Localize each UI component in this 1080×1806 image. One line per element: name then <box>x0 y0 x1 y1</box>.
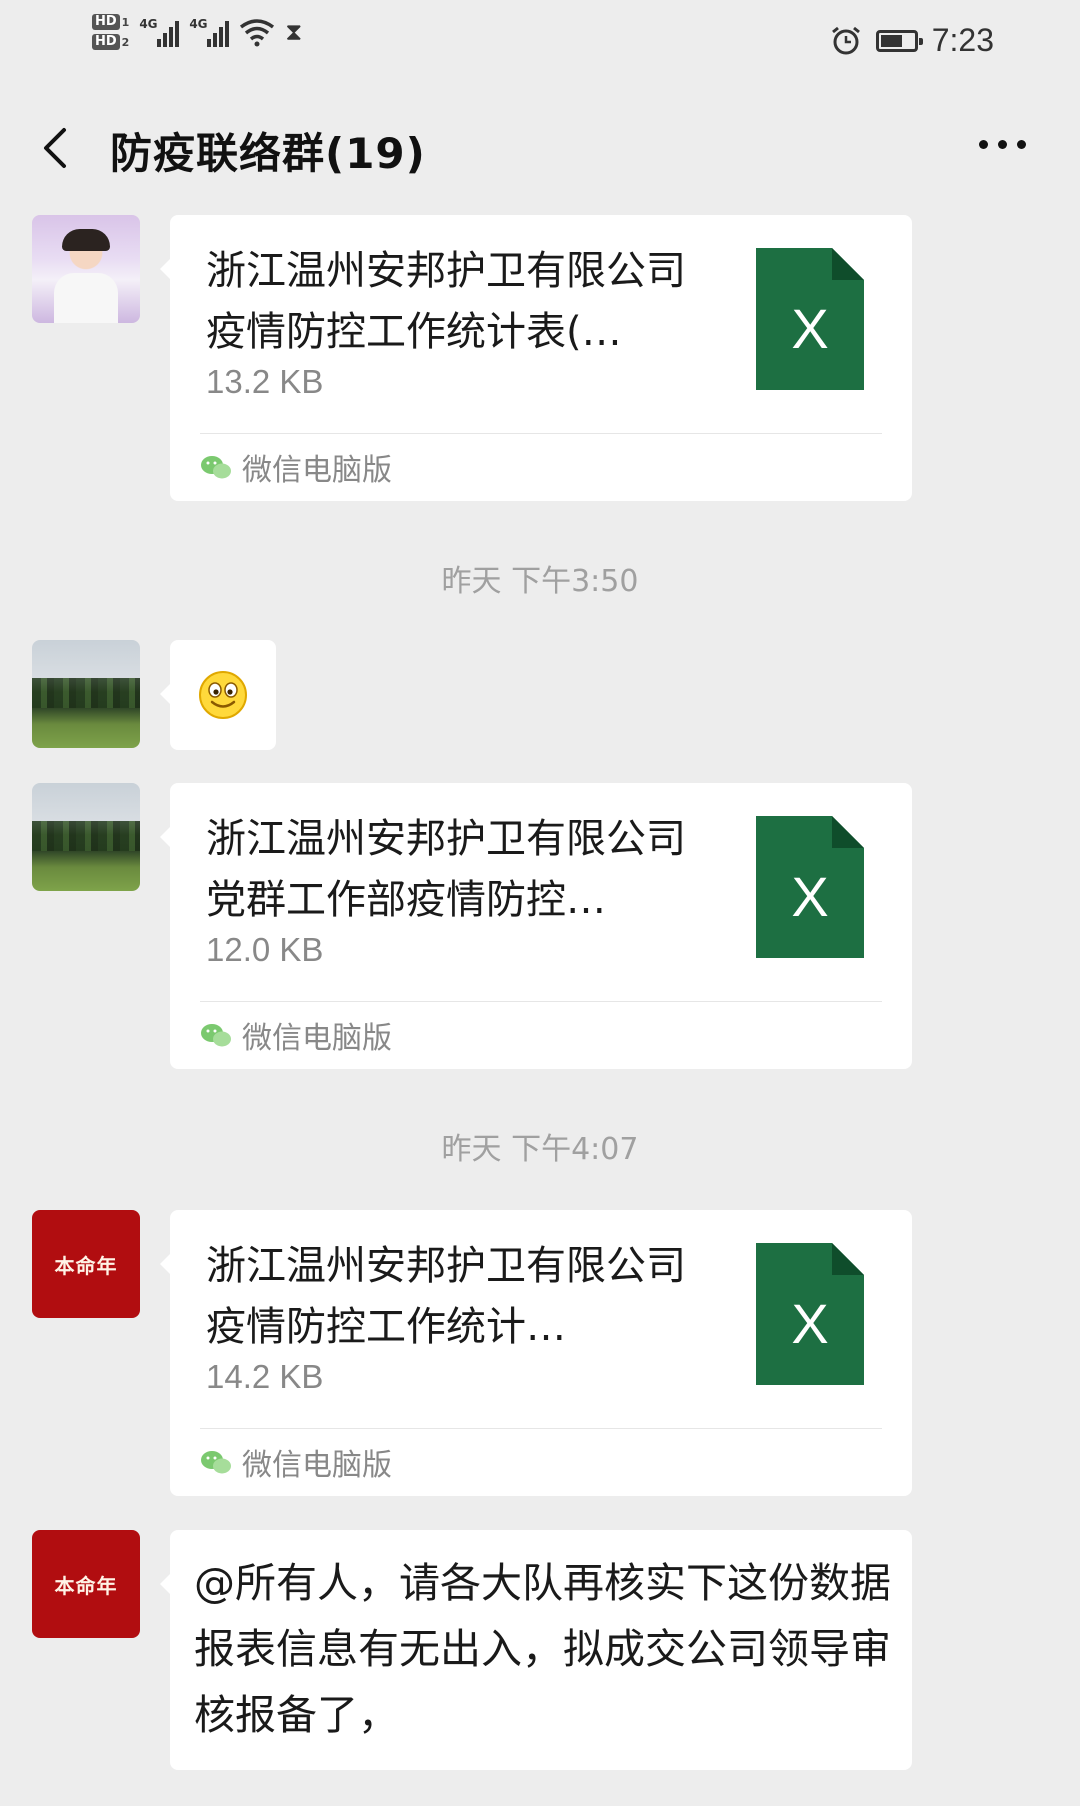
avatar[interactable] <box>32 215 140 323</box>
svg-text:X: X <box>791 1292 828 1355</box>
hd-indicators: HD 1 HD 2 <box>92 14 129 50</box>
status-left: HD 1 HD 2 4G 4G ⧗ <box>92 14 302 50</box>
message-source: 微信电脑版 <box>200 445 392 489</box>
alarm-icon <box>831 26 860 54</box>
message-source: 微信电脑版 <box>200 1440 392 1484</box>
avatar[interactable]: 本命年 <box>32 1210 140 1318</box>
wechat-icon <box>201 1024 231 1047</box>
back-icon[interactable] <box>34 118 74 178</box>
smile-emoji-icon <box>199 671 247 719</box>
wechat-icon <box>201 456 231 479</box>
avatar[interactable]: 本命年 <box>32 1530 140 1638</box>
hd-sim1: HD 1 <box>92 14 129 30</box>
file-message[interactable]: 浙江温州安邦护卫有限公司疫情防控工作统计表(… 13.2 KB X 微信电脑版 <box>160 215 912 501</box>
svg-text:X: X <box>791 297 828 360</box>
wifi-icon <box>240 19 275 47</box>
hourglass-icon: ⧗ <box>285 18 303 46</box>
timestamp: 昨天 下午4:07 <box>441 1132 639 1167</box>
clock: 7:23 <box>931 22 994 58</box>
file-message[interactable]: 浙江温州安邦护卫有限公司党群工作部疫情防控… 12.0 KB X 微信电脑版 <box>160 783 912 1069</box>
file-name: 浙江温州安邦护卫有限公司党群工作部疫情防控… <box>206 816 686 923</box>
text-message[interactable]: @所有人，请各大队再核实下这份数据报表信息有无出入，拟成交公司领导审核报备了， <box>160 1530 912 1770</box>
signal-icon-sim1: 4G <box>139 17 180 47</box>
excel-file-icon: X <box>756 1243 864 1385</box>
emoji-message[interactable] <box>160 640 276 750</box>
excel-file-icon: X <box>756 248 864 390</box>
file-size: 13.2 KB <box>206 363 324 400</box>
file-name: 浙江温州安邦护卫有限公司疫情防控工作统计… <box>206 1243 686 1350</box>
more-options-icon[interactable] <box>979 140 1026 149</box>
chat-header: 防疫联络群(19) <box>0 88 1080 212</box>
wechat-icon <box>201 1451 231 1474</box>
status-bar: HD 1 HD 2 4G 4G ⧗ 7:23 <box>0 0 1080 88</box>
file-size: 14.2 KB <box>206 1358 324 1395</box>
avatar[interactable] <box>32 640 140 748</box>
signal-icon-sim2: 4G <box>189 17 230 47</box>
battery-icon <box>875 29 923 52</box>
chat-title: 防疫联络群(19) <box>110 129 426 178</box>
svg-text:X: X <box>791 865 828 928</box>
avatar[interactable] <box>32 783 140 891</box>
status-right: 7:23 <box>830 22 994 59</box>
excel-file-icon: X <box>756 816 864 958</box>
message-source: 微信电脑版 <box>200 1013 392 1057</box>
hd-sim2: HD 2 <box>92 34 129 50</box>
timestamp: 昨天 下午3:50 <box>441 564 639 599</box>
file-size: 12.0 KB <box>206 931 324 968</box>
file-message[interactable]: 浙江温州安邦护卫有限公司疫情防控工作统计… 14.2 KB X 微信电脑版 <box>160 1210 912 1496</box>
file-name: 浙江温州安邦护卫有限公司疫情防控工作统计表(… <box>206 248 686 355</box>
message-text: @所有人，请各大队再核实下这份数据报表信息有无出入，拟成交公司领导审核报备了， <box>194 1559 891 1739</box>
